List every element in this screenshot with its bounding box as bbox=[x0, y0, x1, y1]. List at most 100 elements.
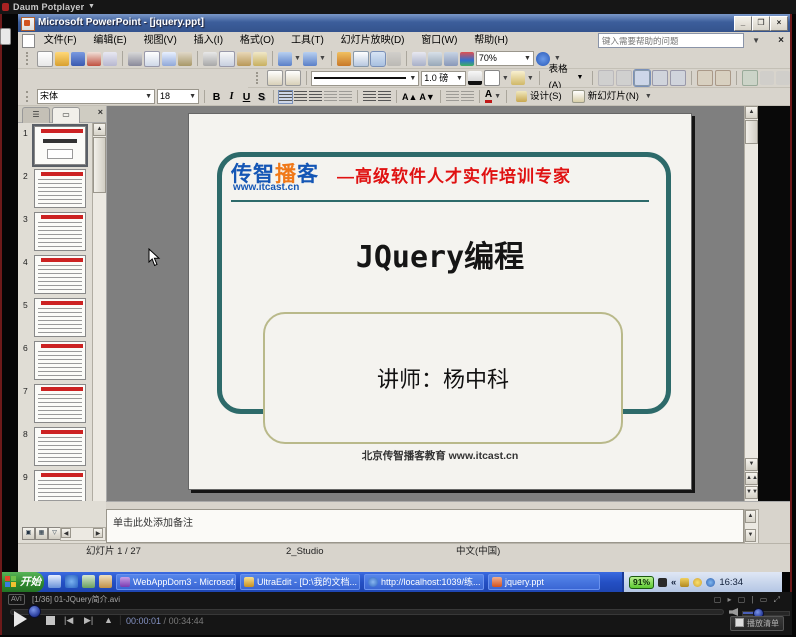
decrease-indent-icon[interactable] bbox=[446, 91, 459, 103]
draw-table-icon[interactable] bbox=[267, 70, 283, 86]
taskbar-item-jquery-ppt[interactable]: jquery.ppt bbox=[488, 574, 600, 590]
toolbar-options-icon[interactable]: ▼ bbox=[554, 55, 561, 62]
delete-cells-icon[interactable] bbox=[776, 71, 790, 85]
insert-table-icon[interactable] bbox=[353, 51, 369, 67]
open-icon[interactable] bbox=[55, 52, 69, 66]
underline-button[interactable]: U bbox=[240, 91, 253, 103]
stop-button[interactable] bbox=[46, 616, 55, 625]
network-icon[interactable] bbox=[706, 578, 715, 587]
seek-bar[interactable] bbox=[10, 609, 724, 615]
align-top-icon[interactable] bbox=[634, 70, 650, 86]
bullet-list-icon[interactable] bbox=[378, 91, 391, 103]
new-slide-button[interactable]: 新幻灯片(N) bbox=[568, 89, 643, 105]
distribute-text-icon[interactable] bbox=[324, 91, 337, 103]
messenger-icon[interactable] bbox=[693, 578, 702, 587]
maximize-icon[interactable]: ❐ bbox=[752, 16, 770, 31]
align-bottom-icon[interactable] bbox=[670, 70, 686, 86]
player-mode-icons[interactable]: ▢ ▸ ▢ | ▭ ⤢ bbox=[714, 595, 782, 605]
font-color-dropdown-icon[interactable]: ▼ bbox=[494, 93, 501, 100]
slide-thumbnail[interactable] bbox=[34, 298, 86, 337]
cut-icon[interactable] bbox=[203, 52, 217, 66]
normal-view-icon[interactable]: ▣ bbox=[22, 527, 35, 540]
paste-icon[interactable] bbox=[237, 52, 251, 66]
close-icon[interactable]: × bbox=[770, 16, 788, 31]
menu-edit[interactable]: 编辑(E) bbox=[86, 32, 133, 49]
volume-icon[interactable] bbox=[729, 608, 738, 616]
slide-sorter-icon[interactable]: ▦ bbox=[35, 527, 48, 540]
print-icon[interactable] bbox=[128, 52, 142, 66]
power-plug-icon[interactable] bbox=[658, 578, 667, 587]
new-icon[interactable] bbox=[37, 51, 53, 67]
tab-slides[interactable]: ▭ bbox=[52, 107, 80, 123]
scrollbar-thumb[interactable] bbox=[93, 137, 106, 193]
slide-thumbnail[interactable] bbox=[34, 126, 86, 165]
numbered-list-icon[interactable] bbox=[363, 91, 376, 103]
tables-borders-icon[interactable] bbox=[371, 52, 385, 66]
outside-border-icon[interactable] bbox=[484, 70, 500, 86]
scroll-down-icon[interactable]: ▼ bbox=[745, 529, 756, 542]
insert-columns-icon[interactable] bbox=[742, 70, 758, 86]
grid-icon[interactable] bbox=[444, 52, 458, 66]
next-slide-icon[interactable]: ▼▼ bbox=[745, 486, 758, 499]
help-search-input[interactable] bbox=[598, 33, 744, 48]
scroll-up-icon[interactable]: ▲ bbox=[745, 106, 758, 119]
slide-thumbnail[interactable] bbox=[34, 384, 86, 423]
key-icon[interactable] bbox=[680, 578, 689, 587]
menu-view[interactable]: 视图(V) bbox=[136, 32, 183, 49]
align-left-icon[interactable] bbox=[279, 91, 292, 103]
notes-scrollbar[interactable]: ▲ ▼ bbox=[744, 509, 759, 545]
panel-close-icon[interactable]: × bbox=[98, 107, 103, 117]
folder-icon[interactable] bbox=[99, 575, 112, 588]
chevron-down-icon[interactable]: ▼ bbox=[752, 32, 760, 49]
tab-outline[interactable]: ☰ bbox=[22, 107, 50, 123]
expand-all-icon[interactable] bbox=[412, 52, 426, 66]
email-icon[interactable] bbox=[103, 52, 117, 66]
scroll-down-icon[interactable]: ▼ bbox=[745, 458, 758, 471]
slide-thumbnail[interactable] bbox=[34, 341, 86, 380]
font-color-icon[interactable]: A bbox=[485, 90, 492, 103]
insert-chart-icon[interactable] bbox=[337, 52, 351, 66]
powerpoint-titlebar[interactable]: Microsoft PowerPoint - [jquery.ppt] _ ❐ … bbox=[18, 14, 790, 32]
media-player-icon[interactable] bbox=[82, 575, 95, 588]
open-eject-button[interactable]: ▲ bbox=[104, 616, 118, 625]
scroll-up-icon[interactable]: ▲ bbox=[745, 510, 756, 523]
scroll-up-icon[interactable]: ▲ bbox=[93, 123, 106, 136]
line-spacing-icon[interactable] bbox=[339, 91, 352, 103]
increase-indent-icon[interactable] bbox=[461, 91, 474, 103]
decrease-font-icon[interactable]: A▼ bbox=[419, 92, 434, 102]
slide-thumbnail[interactable] bbox=[34, 255, 86, 294]
insert-rows-icon[interactable] bbox=[760, 71, 774, 85]
research-icon[interactable] bbox=[178, 52, 192, 66]
spelling-icon[interactable] bbox=[162, 52, 176, 66]
eraser-icon[interactable] bbox=[285, 70, 301, 86]
distribute-columns-icon[interactable] bbox=[715, 70, 731, 86]
slide-thumbnail[interactable] bbox=[34, 169, 86, 208]
save-icon[interactable] bbox=[71, 52, 85, 66]
increase-font-icon[interactable]: A▲ bbox=[402, 92, 417, 102]
design-button[interactable]: 设计(S) bbox=[512, 89, 566, 105]
align-right-icon[interactable] bbox=[309, 91, 322, 103]
zoom-combobox[interactable]: 70%▼ bbox=[476, 51, 534, 66]
menu-tools[interactable]: 工具(T) bbox=[284, 32, 331, 49]
border-color-icon[interactable] bbox=[468, 71, 482, 85]
previous-slide-icon[interactable]: ▲▲ bbox=[745, 472, 758, 485]
menu-help[interactable]: 帮助(H) bbox=[467, 32, 515, 49]
horizontal-mini-scrollbar[interactable]: ◀ ▶ bbox=[60, 527, 106, 541]
notes-pane[interactable]: 单击此处添加备注 bbox=[106, 509, 744, 543]
distribute-rows-icon[interactable] bbox=[697, 70, 713, 86]
table-menu-button[interactable]: 表格(A)▼ bbox=[545, 70, 588, 86]
undo-dropdown-icon[interactable]: ▼ bbox=[294, 55, 301, 62]
show-desktop-icon[interactable] bbox=[48, 575, 61, 588]
menubar-close-icon[interactable]: × bbox=[778, 32, 784, 49]
print-preview-icon[interactable] bbox=[144, 51, 160, 67]
split-cells-icon[interactable] bbox=[616, 70, 632, 86]
playlist-button[interactable]: 播放清单 bbox=[730, 616, 784, 631]
scrollbar-thumb[interactable] bbox=[745, 120, 758, 144]
taskbar-item-webappdom3[interactable]: WebAppDom3 - Microsof... bbox=[116, 574, 236, 590]
minimize-icon[interactable]: _ bbox=[734, 16, 752, 31]
slide-thumbnail[interactable] bbox=[34, 212, 86, 251]
center-vertically-icon[interactable] bbox=[652, 70, 668, 86]
permission-icon[interactable] bbox=[87, 52, 101, 66]
scroll-right-icon[interactable]: ▶ bbox=[93, 528, 103, 538]
taskbar-item-ultraedit[interactable]: UltraEdit - [D:\我的文档... bbox=[240, 574, 360, 590]
